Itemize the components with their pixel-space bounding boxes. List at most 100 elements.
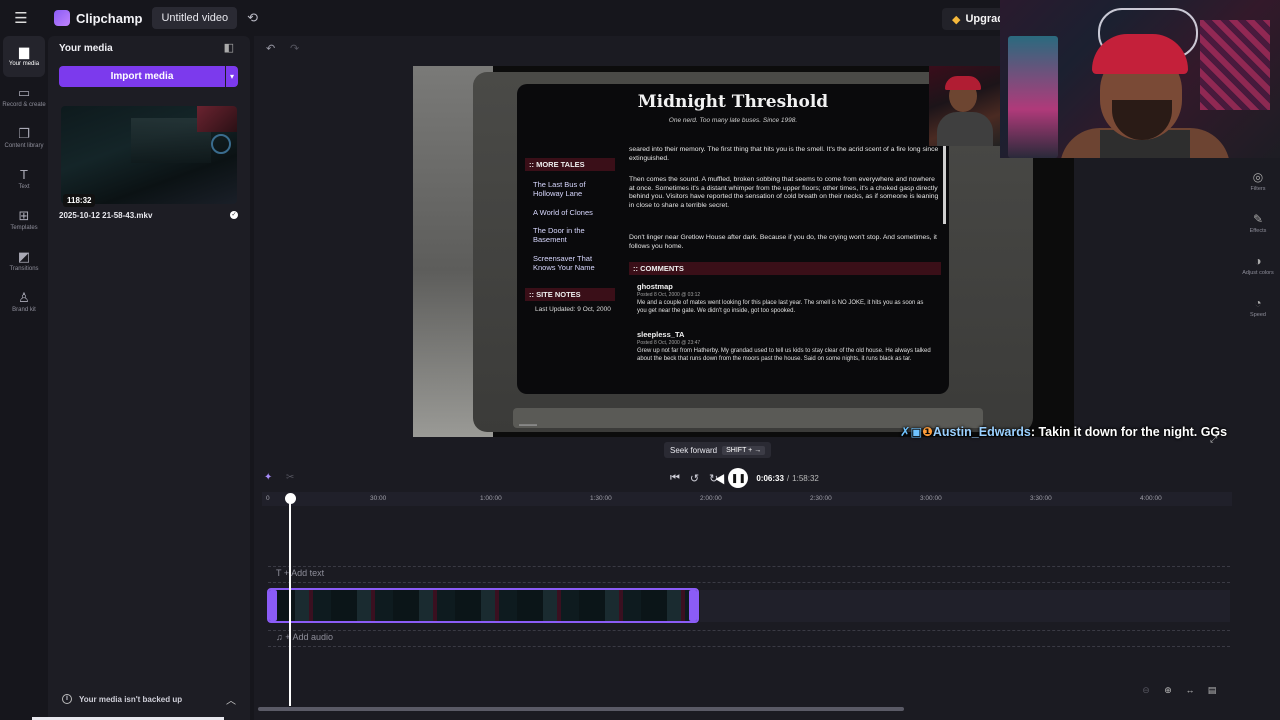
pause-button[interactable]: ❚❚	[728, 468, 749, 488]
playhead-handle[interactable]	[285, 493, 296, 504]
video-track	[700, 590, 1230, 622]
rail-item-content-library[interactable]: ❐ Content library	[0, 118, 48, 159]
rail-label: Content library	[4, 143, 44, 149]
story-paragraph: Don't linger near Gretlow House after da…	[629, 234, 937, 250]
rail-item-text[interactable]: T Text	[0, 159, 48, 200]
library-icon: ❐	[18, 126, 30, 141]
ruler-tick: 30:00	[370, 495, 387, 502]
effects-icon: ✎	[1252, 211, 1264, 226]
filters-icon: ◎	[1252, 169, 1264, 184]
sword-badge-icon: ✗	[900, 425, 911, 439]
folder-icon: ▆	[19, 44, 29, 59]
undo-icon[interactable]: ↶	[266, 42, 275, 55]
property-tools: ◎ Filters ✎ Effects ◑ Adjust colors ◔ Sp…	[1236, 160, 1280, 328]
tool-speed[interactable]: ◔ Speed	[1236, 286, 1280, 328]
chevron-up-icon[interactable]: ︿	[226, 692, 236, 707]
rail-item-your-media[interactable]: ▆ Your media	[3, 36, 45, 77]
comment-date: Posted 8 Oct, 2000 @ 03:12	[637, 292, 701, 298]
comment-date: Posted 8 Oct, 2000 @ 23:47	[637, 340, 701, 346]
sparkle-icon[interactable]: ✦	[264, 472, 272, 483]
text-track-top	[268, 566, 1230, 567]
rail-item-transitions[interactable]: ◩ Transitions	[0, 241, 48, 282]
thumbnail-webcam	[197, 106, 237, 132]
zoom-in-icon[interactable]: ⊕	[1158, 682, 1178, 698]
rail-label: Brand kit	[12, 307, 36, 313]
clip-trim-handle-right[interactable]	[689, 590, 697, 621]
add-audio-label: Add audio	[292, 632, 334, 642]
tool-filters[interactable]: ◎ Filters	[1236, 160, 1280, 202]
hamburger-menu-icon[interactable]: ☰	[0, 0, 42, 36]
tale-link: A World of Clones	[533, 208, 593, 217]
zoom-out-icon[interactable]: ⊖	[1136, 682, 1156, 698]
media-duration: 118:32	[63, 194, 96, 207]
comment-author: sleepless_TA	[637, 330, 685, 339]
rail-label: Text	[18, 184, 30, 190]
chat-username: Austin_Edwards	[932, 425, 1031, 439]
text-track-bottom	[268, 582, 1230, 583]
tooltip-shortcut: SHIFT + →	[722, 445, 766, 455]
backup-warning[interactable]: i Your media isn't backed up	[62, 694, 182, 704]
fullscreen-icon[interactable]: ⤢	[1210, 434, 1217, 445]
tale-link: The Last Bus of Holloway Lane	[533, 180, 586, 198]
import-media-button[interactable]: Import media	[59, 66, 225, 87]
site-title: Midnight Threshold	[637, 92, 829, 112]
diamond-icon: ◆	[952, 13, 961, 26]
comments-heading: :: COMMENTS	[629, 262, 941, 275]
tool-label: Speed	[1250, 311, 1266, 318]
camera-icon: ▭	[17, 85, 31, 100]
seek-back-icon[interactable]: ↺	[690, 472, 699, 485]
ruler-tick: 3:00:00	[920, 495, 942, 502]
current-time: 0:06:33	[756, 473, 784, 483]
tool-label: Effects	[1249, 227, 1267, 234]
brand-kit-icon: ♙	[18, 290, 30, 305]
backup-warning-text: Your media isn't backed up	[79, 694, 183, 704]
monitor-brand-mark: ▬▬▬	[519, 422, 537, 428]
crt-screen: Midnight Threshold One nerd. Too many la…	[517, 84, 949, 394]
redo-icon[interactable]: ↷	[290, 42, 299, 55]
rail-label: Your media	[8, 61, 40, 67]
media-panel: Your media ◧ Import media ▾ 118:32 2025-…	[48, 36, 250, 720]
clip-trim-handle-left[interactable]	[269, 590, 277, 621]
rail-item-record-create[interactable]: ▭ Record & create	[0, 77, 48, 118]
collapse-panel-icon[interactable]: ◧	[224, 41, 234, 54]
add-audio-track[interactable]: ♫ + Add audio	[276, 632, 333, 642]
timeline-scrollbar[interactable]	[258, 707, 904, 711]
story-paragraph: Then comes the sound. A muffled, broken …	[629, 176, 939, 209]
video-title-field[interactable]: Untitled video	[152, 7, 238, 29]
scissors-icon[interactable]: ✂	[286, 472, 294, 483]
playhead-line	[289, 500, 291, 706]
templates-icon: ⊞	[18, 208, 30, 223]
app-brand: Clipchamp	[76, 10, 143, 26]
story-paragraph: seared into their memory. The first thin…	[629, 146, 939, 162]
sync-off-icon[interactable]: ⟲	[247, 10, 258, 26]
timeline-ruler[interactable]: 0 30:00 1:00:00 1:30:00 2:00:00 2:30:00 …	[262, 492, 1232, 506]
last-updated: Last Updated: 9 Oct, 2000	[535, 306, 611, 313]
webcam-cap	[945, 76, 981, 90]
add-text-track[interactable]: T + Add text	[276, 568, 324, 578]
webcam-body	[937, 112, 993, 146]
tale-link: The Door in the Basement	[533, 226, 585, 244]
seek-forward-tooltip: Seek forward SHIFT + →	[664, 442, 772, 458]
audio-track-top	[268, 630, 1230, 631]
skip-start-icon[interactable]: ⏮	[670, 472, 680, 485]
rail-item-templates[interactable]: ⊞ Templates	[0, 200, 48, 241]
fit-timeline-icon[interactable]: ↔	[1180, 682, 1200, 698]
check-icon: ✓	[230, 211, 238, 219]
tool-effects[interactable]: ✎ Effects	[1236, 202, 1280, 244]
ruler-tick: 3:30:00	[1030, 495, 1052, 502]
layout-icon[interactable]: ▤	[1202, 682, 1222, 698]
rgb-panel	[1200, 20, 1270, 110]
chevron-down-icon[interactable]: ▾	[226, 66, 238, 87]
add-text-label: Add text	[291, 568, 325, 578]
ruler-tick: 1:30:00	[590, 495, 612, 502]
rail-item-brand-kit[interactable]: ♙ Brand kit	[0, 282, 48, 323]
more-tales-heading: :: MORE TALES	[525, 158, 615, 171]
rail-label: Record & create	[2, 102, 46, 108]
video-clip[interactable]	[267, 588, 699, 623]
tooltip-label: Seek forward	[670, 445, 718, 455]
streamer-cap	[1092, 34, 1188, 74]
media-thumbnail[interactable]	[61, 106, 237, 204]
tool-adjust-colors[interactable]: ◑ Adjust colors	[1236, 244, 1280, 286]
tool-label: Filters	[1250, 185, 1266, 192]
sub-badge-icon: ▣	[910, 425, 923, 439]
